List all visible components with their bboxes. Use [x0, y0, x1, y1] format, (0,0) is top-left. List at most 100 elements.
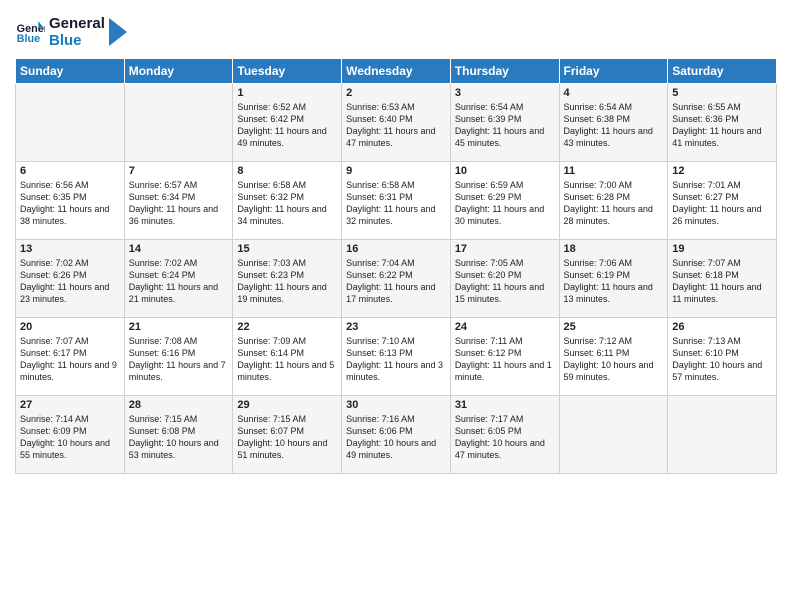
day-info: Sunrise: 7:05 AM Sunset: 6:20 PM Dayligh… [455, 257, 555, 306]
day-number: 11 [564, 165, 664, 177]
day-info: Sunrise: 7:06 AM Sunset: 6:19 PM Dayligh… [564, 257, 664, 306]
day-number: 18 [564, 243, 664, 255]
day-number: 7 [129, 165, 229, 177]
calendar-cell: 22 Sunrise: 7:09 AM Sunset: 6:14 PM Dayli… [233, 317, 342, 395]
calendar-cell: 4 Sunrise: 6:54 AM Sunset: 6:38 PM Daylig… [559, 83, 668, 161]
day-number: 16 [346, 243, 446, 255]
calendar-cell: 15Sunrise: 7:03 AM Sunset: 6:23 PM Dayli… [233, 239, 342, 317]
calendar-container: General Blue General Blue SundayMondayTu… [0, 0, 792, 612]
day-info: Sunrise: 6:54 AM Sunset: 6:39 PM Dayligh… [455, 101, 555, 150]
day-number: 14 [129, 243, 229, 255]
day-info: Sunrise: 7:07 AM Sunset: 6:18 PM Dayligh… [672, 257, 772, 306]
calendar-cell: 10 Sunrise: 6:59 AM Sunset: 6:29 PM Dayli… [450, 161, 559, 239]
day-number: 15 [237, 243, 337, 255]
calendar-cell: 30 Sunrise: 7:16 AM Sunset: 6:06 PM Dayli… [342, 395, 451, 473]
day-number: 8 [237, 165, 337, 177]
calendar-cell [559, 395, 668, 473]
calendar-week-row: 6 Sunrise: 6:56 AM Sunset: 6:35 PM Daylig… [16, 161, 777, 239]
day-info: Sunrise: 7:09 AM Sunset: 6:14 PM Dayligh… [237, 335, 337, 384]
day-info: Sunrise: 6:56 AM Sunset: 6:35 PM Dayligh… [20, 179, 120, 228]
day-number: 17 [455, 243, 555, 255]
day-info: Sunrise: 7:14 AM Sunset: 6:09 PM Dayligh… [20, 413, 120, 462]
day-info: Sunrise: 6:52 AM Sunset: 6:42 PM Dayligh… [237, 101, 337, 150]
svg-text:Blue: Blue [17, 33, 40, 45]
day-number: 31 [455, 399, 555, 411]
day-number: 9 [346, 165, 446, 177]
day-number: 6 [20, 165, 120, 177]
calendar-cell: 20 Sunrise: 7:07 AM Sunset: 6:17 PM Dayli… [16, 317, 125, 395]
calendar-cell: 1 Sunrise: 6:52 AM Sunset: 6:42 PM Daylig… [233, 83, 342, 161]
day-number: 20 [20, 321, 120, 333]
calendar-week-row: 1 Sunrise: 6:52 AM Sunset: 6:42 PM Daylig… [16, 83, 777, 161]
day-number: 27 [20, 399, 120, 411]
calendar-header: General Blue General Blue [15, 15, 777, 50]
calendar-cell: 9 Sunrise: 6:58 AM Sunset: 6:31 PM Daylig… [342, 161, 451, 239]
day-number: 4 [564, 87, 664, 99]
day-number: 23 [346, 321, 446, 333]
day-info: Sunrise: 7:16 AM Sunset: 6:06 PM Dayligh… [346, 413, 446, 462]
weekday-header: Saturday [668, 58, 777, 83]
day-info: Sunrise: 7:13 AM Sunset: 6:10 PM Dayligh… [672, 335, 772, 384]
calendar-cell: 3 Sunrise: 6:54 AM Sunset: 6:39 PM Daylig… [450, 83, 559, 161]
day-info: Sunrise: 7:08 AM Sunset: 6:16 PM Dayligh… [129, 335, 229, 384]
day-number: 12 [672, 165, 772, 177]
day-info: Sunrise: 6:54 AM Sunset: 6:38 PM Dayligh… [564, 101, 664, 150]
calendar-cell: 16 Sunrise: 7:04 AM Sunset: 6:22 PM Dayli… [342, 239, 451, 317]
calendar-cell: 12 Sunrise: 7:01 AM Sunset: 6:27 PM Dayli… [668, 161, 777, 239]
day-number: 3 [455, 87, 555, 99]
header-row: SundayMondayTuesdayWednesdayThursdayFrid… [16, 58, 777, 83]
day-number: 25 [564, 321, 664, 333]
calendar-cell: 23 Sunrise: 7:10 AM Sunset: 6:13 PM Dayli… [342, 317, 451, 395]
logo-icon: General Blue [15, 17, 45, 47]
calendar-week-row: 27 Sunrise: 7:14 AM Sunset: 6:09 PM Dayli… [16, 395, 777, 473]
logo: General Blue General Blue [15, 15, 127, 50]
day-number: 19 [672, 243, 772, 255]
weekday-header: Thursday [450, 58, 559, 83]
day-info: Sunrise: 7:17 AM Sunset: 6:05 PM Dayligh… [455, 413, 555, 462]
day-info: Sunrise: 7:12 AM Sunset: 6:11 PM Dayligh… [564, 335, 664, 384]
calendar-cell: 29 Sunrise: 7:15 AM Sunset: 6:07 PM Dayli… [233, 395, 342, 473]
calendar-week-row: 20 Sunrise: 7:07 AM Sunset: 6:17 PM Dayli… [16, 317, 777, 395]
calendar-cell: 18 Sunrise: 7:06 AM Sunset: 6:19 PM Dayli… [559, 239, 668, 317]
day-number: 22 [237, 321, 337, 333]
calendar-week-row: 13Sunrise: 7:02 AM Sunset: 6:26 PM Dayli… [16, 239, 777, 317]
calendar-cell: 5Sunrise: 6:55 AM Sunset: 6:36 PM Daylig… [668, 83, 777, 161]
calendar-cell [16, 83, 125, 161]
day-info: Sunrise: 6:59 AM Sunset: 6:29 PM Dayligh… [455, 179, 555, 228]
day-number: 5 [672, 87, 772, 99]
weekday-header: Friday [559, 58, 668, 83]
day-info: Sunrise: 7:07 AM Sunset: 6:17 PM Dayligh… [20, 335, 120, 384]
calendar-cell: 25 Sunrise: 7:12 AM Sunset: 6:11 PM Dayli… [559, 317, 668, 395]
day-info: Sunrise: 6:53 AM Sunset: 6:40 PM Dayligh… [346, 101, 446, 150]
calendar-cell: 11 Sunrise: 7:00 AM Sunset: 6:28 PM Dayli… [559, 161, 668, 239]
calendar-cell: 7 Sunrise: 6:57 AM Sunset: 6:34 PM Daylig… [124, 161, 233, 239]
day-number: 21 [129, 321, 229, 333]
day-number: 29 [237, 399, 337, 411]
logo-arrow-icon [109, 18, 127, 46]
day-info: Sunrise: 7:04 AM Sunset: 6:22 PM Dayligh… [346, 257, 446, 306]
calendar-cell: 31 Sunrise: 7:17 AM Sunset: 6:05 PM Dayli… [450, 395, 559, 473]
day-info: Sunrise: 7:10 AM Sunset: 6:13 PM Dayligh… [346, 335, 446, 384]
day-number: 10 [455, 165, 555, 177]
day-info: Sunrise: 6:58 AM Sunset: 6:32 PM Dayligh… [237, 179, 337, 228]
day-number: 30 [346, 399, 446, 411]
day-number: 28 [129, 399, 229, 411]
calendar-cell: 24Sunrise: 7:11 AM Sunset: 6:12 PM Dayli… [450, 317, 559, 395]
calendar-cell: 13Sunrise: 7:02 AM Sunset: 6:26 PM Dayli… [16, 239, 125, 317]
day-number: 24 [455, 321, 555, 333]
day-info: Sunrise: 7:00 AM Sunset: 6:28 PM Dayligh… [564, 179, 664, 228]
day-info: Sunrise: 7:15 AM Sunset: 6:07 PM Dayligh… [237, 413, 337, 462]
calendar-cell: 27 Sunrise: 7:14 AM Sunset: 6:09 PM Dayli… [16, 395, 125, 473]
logo-blue: Blue [49, 32, 105, 49]
day-info: Sunrise: 6:57 AM Sunset: 6:34 PM Dayligh… [129, 179, 229, 228]
calendar-cell: 21 Sunrise: 7:08 AM Sunset: 6:16 PM Dayli… [124, 317, 233, 395]
day-number: 1 [237, 87, 337, 99]
weekday-header: Tuesday [233, 58, 342, 83]
day-info: Sunrise: 6:58 AM Sunset: 6:31 PM Dayligh… [346, 179, 446, 228]
calendar-cell: 14 Sunrise: 7:02 AM Sunset: 6:24 PM Dayli… [124, 239, 233, 317]
day-info: Sunrise: 7:01 AM Sunset: 6:27 PM Dayligh… [672, 179, 772, 228]
logo-general: General [49, 15, 105, 32]
day-info: Sunrise: 7:02 AM Sunset: 6:24 PM Dayligh… [129, 257, 229, 306]
weekday-header: Sunday [16, 58, 125, 83]
calendar-cell: 17 Sunrise: 7:05 AM Sunset: 6:20 PM Dayli… [450, 239, 559, 317]
